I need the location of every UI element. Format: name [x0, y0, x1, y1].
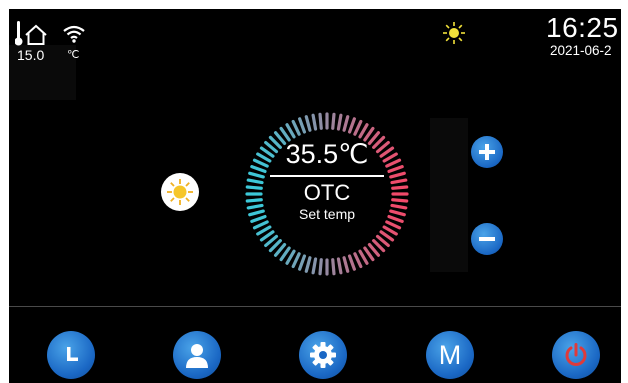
dial-tick — [304, 256, 312, 273]
weather-sun-button[interactable] — [161, 173, 199, 211]
dial-tick — [353, 119, 363, 136]
gear-icon — [310, 342, 336, 368]
dial-tick — [248, 171, 265, 179]
dial-tick — [304, 115, 312, 132]
mode-caption: Set temp — [298, 206, 356, 222]
sun-icon — [167, 179, 193, 205]
dial-tick — [331, 258, 336, 276]
dial-tick — [347, 117, 356, 134]
clock-time: 16:25 — [546, 12, 619, 43]
user-button[interactable] — [173, 331, 221, 379]
temperature-reading: 15.0 — [17, 47, 45, 63]
dial-tick — [382, 225, 398, 236]
dial-tick — [311, 113, 318, 131]
thermostat-screen: 15.0 ℃ 16:25 2021-06-2 35.5℃ OTC Set tem… — [9, 9, 621, 383]
timer-button[interactable] — [47, 331, 95, 379]
dial-tick — [347, 254, 356, 271]
dial-tick — [256, 225, 272, 236]
mode-button[interactable]: M — [426, 331, 474, 379]
dial-tick — [279, 246, 291, 262]
increase-temp-button[interactable] — [471, 136, 503, 168]
dial-tick — [298, 254, 307, 271]
clock-date: 2021-06-2 — [550, 43, 612, 58]
dial-tick — [285, 249, 296, 265]
dial-tick — [252, 220, 269, 230]
dial-tick — [291, 119, 301, 136]
dial-tick — [336, 257, 343, 275]
wifi-icon — [62, 24, 86, 49]
minus-icon — [479, 237, 495, 241]
control-panel — [430, 118, 468, 272]
dial-tick — [285, 123, 296, 139]
decrease-temp-button[interactable] — [471, 223, 503, 255]
user-icon — [186, 344, 208, 368]
power-icon — [565, 343, 587, 366]
dial-tick — [358, 123, 369, 139]
dial-tick — [353, 252, 363, 269]
plus-icon — [479, 144, 495, 160]
temperature-unit: ℃ — [67, 49, 80, 61]
dial-tick — [318, 258, 323, 276]
dial-tick — [358, 249, 369, 265]
dial-tick — [259, 230, 275, 242]
sun-icon — [442, 21, 466, 50]
dial-tick — [291, 252, 301, 269]
dial-tick — [342, 256, 350, 273]
dial-divider — [270, 175, 384, 177]
clock-icon — [67, 347, 78, 361]
mode-icon: M — [438, 339, 462, 370]
dial-tick — [318, 112, 323, 130]
dial-tick — [389, 171, 406, 179]
dial-tick — [342, 115, 350, 132]
dial-tick — [311, 257, 318, 275]
dial-tick — [379, 230, 395, 242]
dial-tick — [336, 113, 343, 131]
power-button[interactable] — [552, 331, 600, 379]
dial-tick — [331, 112, 336, 130]
dial-tick — [363, 246, 375, 262]
dial-tick — [385, 220, 402, 230]
settings-button[interactable] — [299, 331, 347, 379]
mode-label: OTC — [303, 180, 351, 205]
dial-tick — [298, 117, 307, 134]
setpoint-temperature: 35.5℃ — [285, 139, 369, 169]
